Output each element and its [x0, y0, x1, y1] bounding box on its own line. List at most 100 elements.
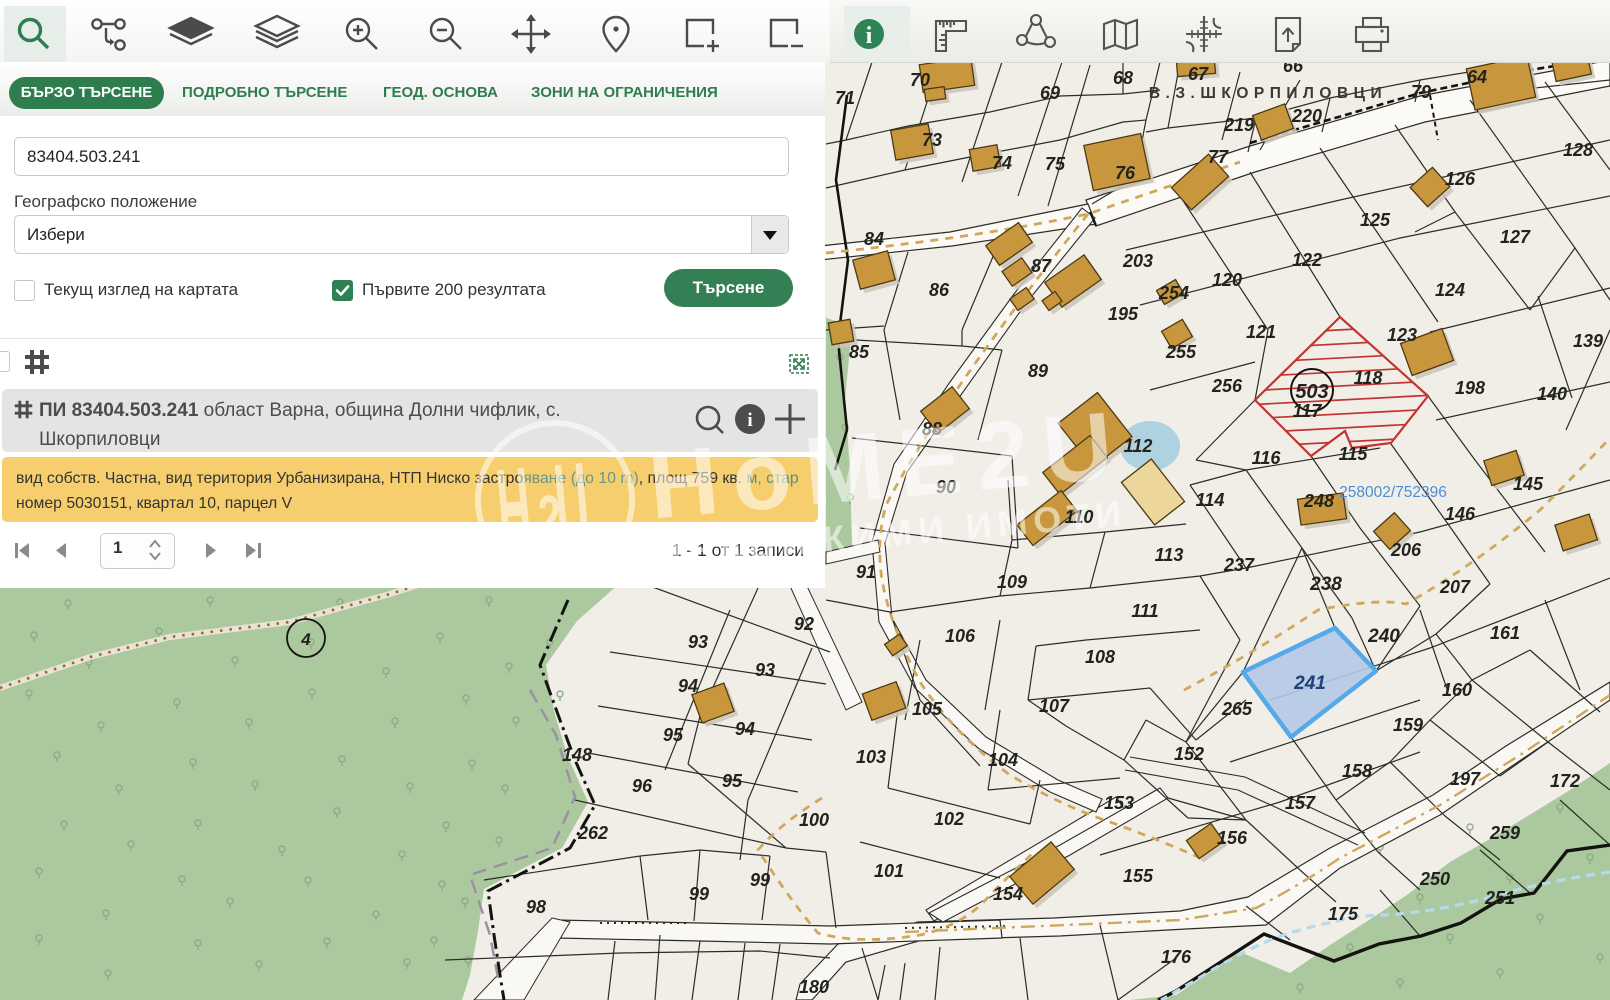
svg-text:89: 89 [1028, 361, 1048, 381]
svg-text:68: 68 [1113, 68, 1133, 88]
svg-text:128: 128 [1563, 140, 1593, 160]
svg-text:106: 106 [945, 626, 976, 646]
svg-text:105: 105 [912, 699, 943, 719]
svg-text:99: 99 [689, 884, 709, 904]
svg-text:503: 503 [1295, 381, 1328, 403]
svg-text:114: 114 [1196, 490, 1225, 510]
svg-text:93: 93 [688, 632, 708, 652]
svg-text:116: 116 [1252, 448, 1282, 468]
svg-text:203: 203 [1122, 251, 1153, 271]
svg-text:101: 101 [874, 861, 904, 881]
svg-text:75: 75 [1045, 154, 1066, 174]
svg-text:145: 145 [1513, 474, 1544, 494]
svg-text:110: 110 [1065, 507, 1094, 527]
svg-text:67: 67 [1188, 64, 1209, 84]
svg-text:90: 90 [936, 477, 956, 497]
svg-text:155: 155 [1123, 866, 1154, 886]
svg-text:109: 109 [997, 572, 1027, 592]
svg-text:154: 154 [993, 884, 1023, 904]
svg-text:158: 158 [1342, 761, 1372, 781]
svg-text:95: 95 [663, 725, 684, 745]
svg-text:115: 115 [1339, 444, 1369, 464]
svg-text:172: 172 [1550, 771, 1580, 791]
svg-text:157: 157 [1285, 793, 1316, 813]
svg-text:237: 237 [1223, 555, 1255, 575]
svg-text:102: 102 [934, 809, 964, 829]
svg-text:98: 98 [526, 897, 546, 917]
svg-text:93: 93 [755, 660, 775, 680]
svg-text:94: 94 [735, 719, 755, 739]
svg-text:238: 238 [1309, 574, 1342, 595]
svg-text:77: 77 [1208, 147, 1229, 167]
svg-text:121: 121 [1246, 322, 1276, 342]
svg-text:127: 127 [1500, 227, 1531, 247]
svg-text:248: 248 [1303, 491, 1334, 511]
svg-text:126: 126 [1445, 169, 1476, 189]
svg-text:73: 73 [922, 130, 942, 150]
svg-text:180: 180 [799, 977, 829, 997]
svg-text:4: 4 [300, 630, 311, 649]
svg-text:255: 255 [1165, 342, 1197, 362]
svg-text:В.З.ШКОРПИЛОВЦИ: В.З.ШКОРПИЛОВЦИ [1149, 85, 1387, 102]
svg-text:87: 87 [1031, 256, 1052, 276]
svg-text:i: i [747, 410, 752, 431]
svg-text:146: 146 [1445, 504, 1476, 524]
svg-text:197: 197 [1450, 769, 1481, 789]
svg-text:84: 84 [864, 229, 884, 249]
svg-text:176: 176 [1161, 947, 1192, 967]
svg-text:206: 206 [1390, 540, 1422, 560]
svg-text:156: 156 [1217, 828, 1248, 848]
svg-text:71: 71 [835, 88, 855, 108]
svg-text:74: 74 [992, 153, 1012, 173]
svg-text:113: 113 [1155, 545, 1184, 565]
svg-text:i: i [866, 23, 873, 49]
svg-text:258002/752396: 258002/752396 [1339, 484, 1447, 501]
svg-text:104: 104 [988, 750, 1018, 770]
svg-text:254: 254 [1158, 283, 1189, 303]
svg-text:161: 161 [1490, 623, 1520, 643]
svg-text:198: 198 [1455, 378, 1485, 398]
svg-text:219: 219 [1223, 115, 1254, 135]
svg-text:79: 79 [1411, 82, 1431, 102]
svg-text:120: 120 [1212, 270, 1242, 290]
svg-text:118: 118 [1354, 368, 1383, 388]
svg-text:160: 160 [1442, 680, 1472, 700]
svg-text:125: 125 [1360, 210, 1391, 230]
svg-text:259: 259 [1489, 823, 1520, 843]
svg-text:256: 256 [1211, 376, 1243, 396]
svg-text:195: 195 [1108, 304, 1139, 324]
svg-text:241: 241 [1293, 673, 1326, 694]
svg-text:69: 69 [1040, 83, 1060, 103]
svg-text:100: 100 [799, 810, 829, 830]
svg-text:95: 95 [722, 771, 743, 791]
svg-text:96: 96 [632, 776, 653, 796]
svg-text:159: 159 [1393, 715, 1423, 735]
svg-text:251: 251 [1484, 888, 1515, 908]
svg-text:152: 152 [1174, 744, 1204, 764]
svg-text:124: 124 [1435, 280, 1465, 300]
svg-text:122: 122 [1292, 250, 1322, 270]
svg-text:112: 112 [1124, 436, 1153, 456]
svg-text:220: 220 [1291, 106, 1322, 126]
svg-text:94: 94 [678, 676, 698, 696]
svg-text:140: 140 [1537, 384, 1567, 404]
svg-text:88: 88 [922, 419, 942, 439]
svg-text:103: 103 [856, 747, 886, 767]
svg-text:175: 175 [1328, 904, 1359, 924]
svg-text:148: 148 [562, 745, 592, 765]
svg-text:153: 153 [1104, 793, 1134, 813]
svg-text:108: 108 [1085, 647, 1115, 667]
svg-text:92: 92 [794, 614, 814, 634]
svg-text:99: 99 [750, 870, 770, 890]
svg-text:85: 85 [849, 342, 870, 362]
svg-text:139: 139 [1573, 331, 1603, 351]
svg-text:111: 111 [1131, 601, 1158, 621]
svg-text:64: 64 [1467, 67, 1487, 87]
svg-text:70: 70 [910, 70, 930, 90]
svg-text:265: 265 [1221, 699, 1253, 719]
svg-text:86: 86 [929, 280, 950, 300]
svg-text:207: 207 [1439, 577, 1471, 597]
svg-text:262: 262 [577, 823, 608, 843]
svg-text:123: 123 [1387, 325, 1417, 345]
svg-text:107: 107 [1039, 696, 1070, 716]
